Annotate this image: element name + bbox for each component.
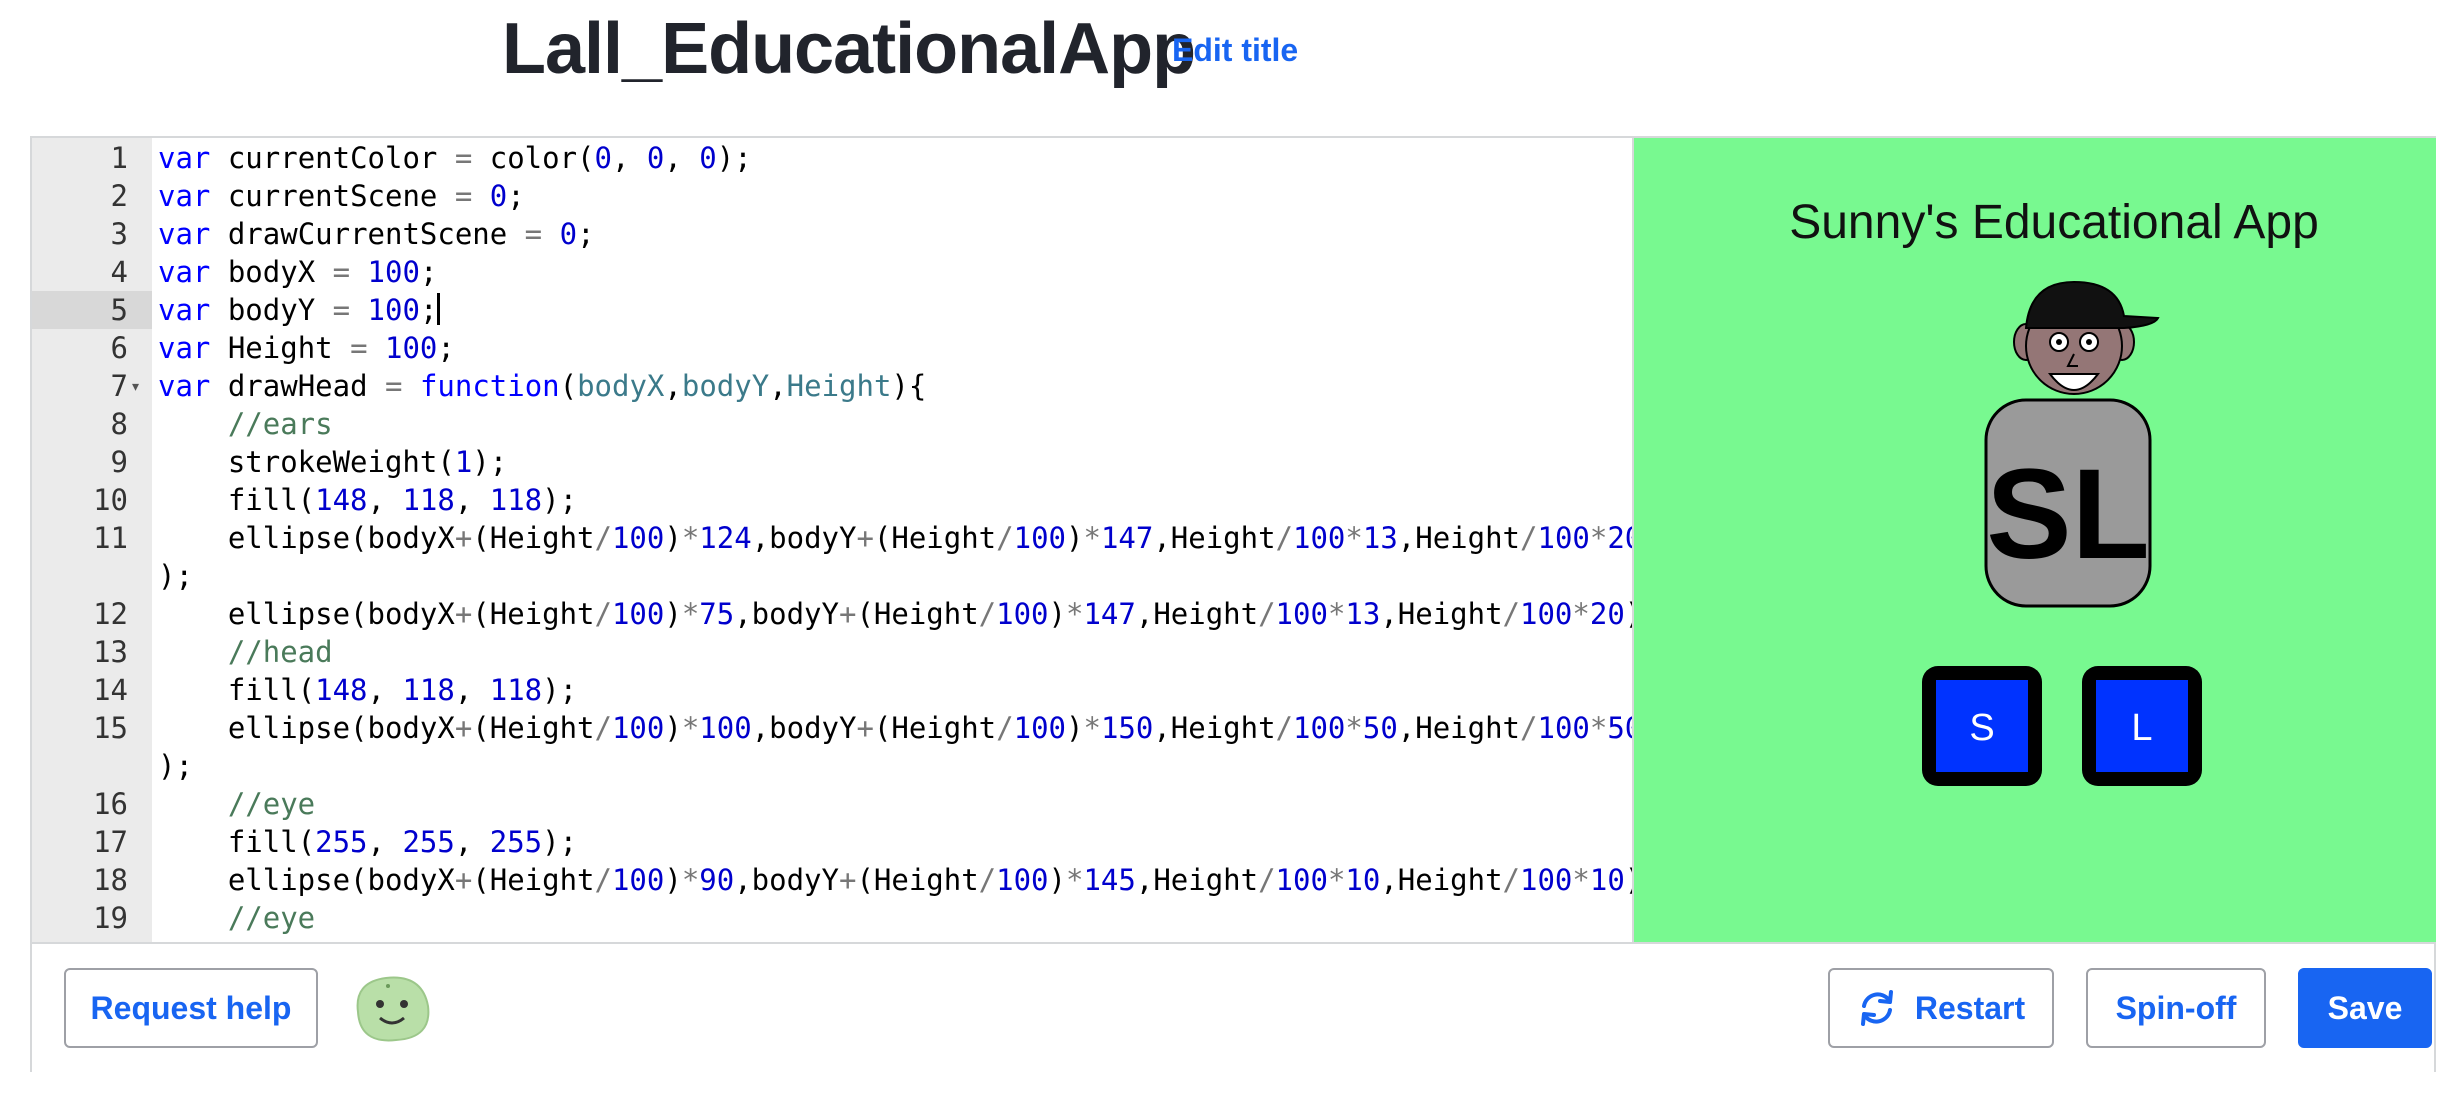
button-s-label: S bbox=[1969, 707, 1994, 749]
cap-shape bbox=[2024, 280, 2160, 329]
code-line[interactable]: fill(148, 118, 118); bbox=[158, 671, 577, 709]
title-bar: Lall_EducationalApp Edit title bbox=[0, 0, 2456, 120]
code-line[interactable]: ); bbox=[158, 557, 193, 595]
code-line[interactable]: //eye bbox=[158, 785, 315, 823]
restart-label: Restart bbox=[1914, 989, 2026, 1026]
line-number: 1 bbox=[110, 141, 128, 175]
edit-title-link[interactable]: Edit title bbox=[1172, 32, 1298, 69]
line-number: 8 bbox=[110, 407, 128, 441]
request-help-label: Request help bbox=[90, 989, 292, 1026]
code-line[interactable]: fill(255, 255, 255); bbox=[158, 823, 577, 861]
line-number-gutter: 1 2 3 4 5 6 7 ▾ 8 9 10 11 12 13 14 15 16 17 18 19 bbox=[32, 138, 152, 942]
spin-off-button[interactable]: Spin-off bbox=[2086, 968, 2266, 1048]
line-number: 19 bbox=[93, 901, 128, 935]
line-number bbox=[32, 747, 128, 785]
output-drawing: Sunny's Educational App SL S L bbox=[1789, 196, 2319, 786]
line-number: 5 bbox=[32, 291, 152, 329]
line-number: 11 bbox=[93, 521, 128, 555]
program-output-canvas[interactable]: Sunny's Educational App SL S L bbox=[1632, 138, 2436, 942]
code-line[interactable]: var bodyY = 100; bbox=[158, 291, 441, 329]
code-line[interactable]: ellipse(bodyX+(Height/100)*90,bodyY+(Hei… bbox=[158, 861, 1632, 899]
button-l[interactable]: L bbox=[2082, 666, 2202, 786]
line-number: 7 bbox=[110, 369, 128, 403]
line-number: 2 bbox=[110, 179, 128, 213]
line-number: 3 bbox=[110, 217, 128, 251]
code-line[interactable]: ellipse(bodyX+(Height/100)*75,bodyY+(Hei… bbox=[158, 595, 1632, 633]
code-line[interactable]: //ears bbox=[158, 405, 333, 443]
app-title-text: Sunny's Educational App bbox=[1789, 196, 2319, 249]
line-number: 14 bbox=[93, 673, 128, 707]
fold-arrow-icon[interactable]: ▾ bbox=[132, 367, 139, 405]
code-line[interactable]: var drawCurrentScene = 0; bbox=[158, 215, 595, 253]
page-title: Lall_EducationalApp bbox=[502, 9, 1196, 89]
shirt-initials: SL bbox=[1986, 443, 2150, 586]
code-line[interactable]: ); bbox=[158, 747, 193, 785]
code-line[interactable]: strokeWeight(1); bbox=[158, 443, 507, 481]
code-line[interactable]: var drawHead = function(bodyX,bodyY,Heig… bbox=[158, 367, 926, 405]
avatar-icon bbox=[356, 976, 430, 1042]
line-number bbox=[32, 557, 128, 595]
code-line[interactable]: var Height = 100; bbox=[158, 329, 455, 367]
line-number: 15 bbox=[93, 711, 128, 745]
line-number: 17 bbox=[93, 825, 128, 859]
code-line[interactable]: //eye bbox=[158, 899, 315, 937]
spin-off-label: Spin-off bbox=[2115, 989, 2237, 1026]
button-l-label: L bbox=[2131, 707, 2152, 749]
code-line[interactable]: ellipse(bodyX+(Height/100)*124,bodyY+(He… bbox=[158, 519, 1632, 557]
code-line[interactable]: //head bbox=[158, 633, 333, 671]
editor-toolbar: Request help Restart Spin-off Save bbox=[32, 942, 2434, 1072]
line-number: 4 bbox=[110, 255, 128, 289]
line-number: 10 bbox=[93, 483, 128, 517]
program-workspace: 1 2 3 4 5 6 7 ▾ 8 9 10 11 12 13 14 15 16 17 18 19 var curre… bbox=[30, 136, 2436, 1072]
code-line[interactable]: ellipse(bodyX+(Height/100)*100,bodyY+(He… bbox=[158, 709, 1632, 747]
restart-button[interactable]: Restart bbox=[1828, 968, 2054, 1048]
line-number: 9 bbox=[110, 445, 128, 479]
line-number: 13 bbox=[93, 635, 128, 669]
save-label: Save bbox=[2327, 989, 2403, 1026]
code-line[interactable]: var bodyX = 100; bbox=[158, 253, 437, 291]
request-help-button[interactable]: Request help bbox=[64, 968, 318, 1048]
restart-icon bbox=[1860, 990, 1893, 1026]
code-line[interactable]: fill(148, 118, 118); bbox=[158, 481, 577, 519]
code-editor[interactable]: 1 2 3 4 5 6 7 ▾ 8 9 10 11 12 13 14 15 16 17 18 19 var curre… bbox=[32, 138, 1632, 942]
line-number: 6 bbox=[110, 331, 128, 365]
code-line[interactable]: var currentColor = color(0, 0, 0); bbox=[158, 139, 752, 177]
save-button[interactable]: Save bbox=[2298, 968, 2432, 1048]
line-number: 18 bbox=[93, 863, 128, 897]
code-line[interactable]: var currentScene = 0; bbox=[158, 177, 525, 215]
line-number: 12 bbox=[93, 597, 128, 631]
line-number: 16 bbox=[93, 787, 128, 821]
button-s[interactable]: S bbox=[1922, 666, 2042, 786]
character-figure: SL bbox=[1984, 280, 2160, 608]
